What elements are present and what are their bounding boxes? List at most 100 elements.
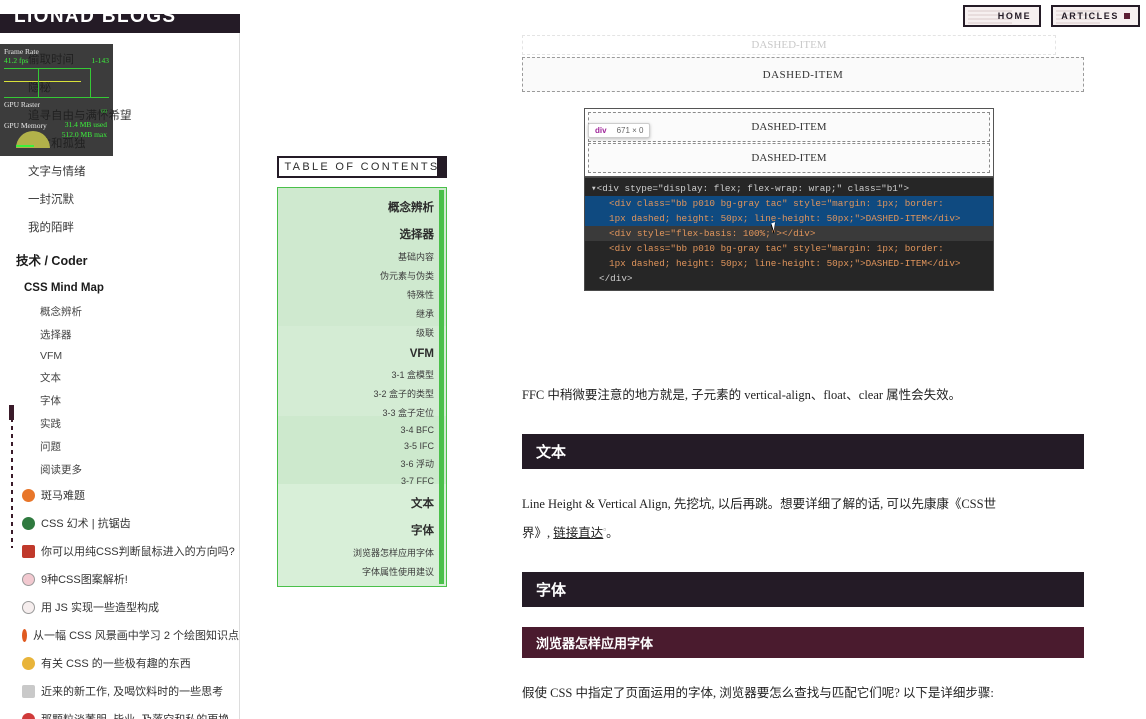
sidebar-mindmap-2[interactable]: VFM	[0, 346, 239, 366]
sidebar-item-6[interactable]: 我的陌畔	[0, 213, 239, 241]
code-text: </div>	[599, 273, 633, 284]
sidebar-mindmap-5[interactable]: 实践	[0, 412, 239, 435]
code-line-3a[interactable]: <div class="bb p010 bg-gray tac" style="…	[585, 241, 993, 256]
toc-item[interactable]: 级联	[284, 323, 434, 342]
memory-used: 31.4 MB used	[64, 120, 107, 129]
code-line-2[interactable]: <div style="flex-basis: 100%;"></div>	[585, 226, 993, 241]
sidebar-post-6[interactable]: 有关 CSS 的一些极有趣的东西	[0, 649, 239, 677]
fish-icon	[22, 516, 35, 530]
toc-list[interactable]: 概念辨析 选择器 基础内容 伪元素与伪类 特殊性 继承 级联 VFM 3-1 盒…	[277, 187, 447, 587]
heart-icon	[22, 712, 35, 719]
nav-home-label: HOME	[997, 11, 1032, 21]
dashed-item-ghost: DASHED-ITEM	[522, 35, 1056, 55]
sidebar-item-label: 文字与情绪	[28, 166, 86, 178]
sidebar-mindmap-0[interactable]: 概念辨析	[0, 300, 239, 323]
code-line-4[interactable]: </div>	[585, 271, 993, 286]
toc-item[interactable]: 特殊性	[284, 285, 434, 304]
toc-item[interactable]: 伪元素与伪类	[284, 266, 434, 285]
toc-item[interactable]: 3-7 FFC	[284, 473, 434, 489]
toc-item[interactable]: 文本	[284, 489, 434, 516]
toc-item[interactable]: 实践	[284, 581, 434, 586]
toc-item[interactable]: 选择器	[284, 220, 435, 247]
toc-item[interactable]: 字体	[284, 516, 434, 543]
main-content: DASHED-ITEM DASHED-ITEM DASHED-ITEM DASH…	[460, 33, 1146, 719]
sidebar-item-5[interactable]: 一封沉默	[0, 185, 239, 213]
sidebar-post-label: CSS 幻术 | 抗锯齿	[41, 518, 131, 530]
pumpkin-icon	[22, 488, 35, 502]
toc-item[interactable]: 浏览器怎样应用字体	[284, 543, 434, 562]
code-text: <div stype="display: flex; flex-wrap: wr…	[596, 183, 910, 194]
sidebar-item-label: 字体	[40, 395, 61, 407]
toc-item[interactable]: 3-3 盒子定位	[284, 403, 434, 422]
header-nav: HOME ARTICLES	[963, 5, 1140, 27]
nav-home-button[interactable]: HOME	[963, 5, 1042, 27]
sidebar-post-8[interactable]: 那颗粒淡萎胆, 毕业, 及落空和私的更换	[0, 705, 239, 719]
sidebar-section-label: 技术 / Coder	[16, 254, 88, 268]
sidebar-item-label: 一封沉默	[28, 194, 74, 206]
paragraph-line-height: Line Height & Vertical Align, 先挖坑, 以后再跳。…	[522, 491, 1084, 546]
code-line-0[interactable]: ▾<div stype="display: flex; flex-wrap: w…	[585, 181, 993, 196]
sidebar-mindmap-4[interactable]: 字体	[0, 389, 239, 412]
sidebar-item-css-mind-map[interactable]: CSS Mind Map	[0, 276, 239, 300]
sidebar-post-4[interactable]: 用 JS 实现一些造型构成	[0, 593, 239, 621]
inspector-highlight-box: DASHED-ITEM DASHED-ITEM	[584, 108, 994, 177]
sidebar-post-label: 用 JS 实现一些造型构成	[41, 602, 159, 614]
toc-item[interactable]: 字体属性使用建议	[284, 562, 434, 581]
sidebar-mindmap-3[interactable]: 文本	[0, 366, 239, 389]
toc-item[interactable]: 3-6 浮动	[284, 454, 434, 473]
code-text: 1px dashed; height: 50px; line-height: 5…	[609, 258, 961, 269]
sidebar-post-3[interactable]: 9种CSS图案解析!	[0, 565, 239, 593]
toc-item[interactable]: 概念辨析	[284, 193, 434, 220]
cup-icon	[22, 684, 35, 698]
active-marker-icon	[1124, 13, 1130, 19]
sidebar-item-label: 问题	[40, 441, 61, 453]
fps-meter-overlay: Frame Rate 41.2 fps 1-143 GPU Raster 60 …	[0, 44, 113, 156]
toc-item[interactable]: 3-1 盒模型	[284, 365, 434, 384]
toc-item[interactable]: 基础内容	[284, 247, 434, 266]
sidebar-mindmap-1[interactable]: 选择器	[0, 323, 239, 346]
code-line-1b[interactable]: 1px dashed; height: 50px; line-height: 5…	[585, 211, 993, 226]
sidebar-item-label: 概念辨析	[40, 306, 82, 318]
table-of-contents: TABLE OF CONTENTS 概念辨析 选择器 基础内容 伪元素与伪类 特…	[277, 156, 447, 591]
direct-link[interactable]: 链接直达	[553, 526, 603, 540]
heading-text: 文本	[522, 434, 1084, 469]
sidebar-post-5[interactable]: 从一幅 CSS 风景画中学习 2 个绘图知识点	[0, 621, 239, 649]
sidebar-mindmap-6[interactable]: 问题	[0, 435, 239, 458]
sidebar-post-label: 你可以用纯CSS判断鼠标进入的方向吗?	[41, 546, 235, 558]
paragraph-browser-font: 假使 CSS 中指定了页面运用的字体, 浏览器要怎么查找与匹配它们呢? 以下是详…	[522, 686, 994, 701]
inspector-element-badge: div 671 × 0	[588, 123, 651, 138]
code-line-1a[interactable]: <div class="bb p010 bg-gray tac" style="…	[585, 196, 993, 211]
toc-item[interactable]: 3-4 BFC	[284, 422, 434, 438]
sidebar-post-label: 近来的新工作, 及喝饮料时的一些思考	[41, 686, 224, 698]
gpu-raster-label: GPU Raster	[4, 100, 41, 109]
sidebar-post-label: 那颗粒淡萎胆, 毕业, 及落空和私的更换	[41, 711, 229, 719]
sidebar-mindmap-7[interactable]: 阅读更多	[0, 458, 239, 481]
sidebar-subsection-label: CSS Mind Map	[24, 282, 104, 294]
toc-item[interactable]: 继承	[284, 304, 434, 323]
sidebar-post-2[interactable]: 你可以用纯CSS判断鼠标进入的方向吗?	[0, 537, 239, 565]
sidebar-item-label: VFM	[40, 350, 63, 362]
sidebar-item-label: 文本	[40, 372, 61, 384]
devtools-dom-tree[interactable]: ▾<div stype="display: flex; flex-wrap: w…	[584, 177, 994, 291]
inspector-dashed-item-2: DASHED-ITEM	[588, 143, 990, 173]
sidebar-post-7[interactable]: 近来的新工作, 及喝饮料时的一些思考	[0, 677, 239, 705]
code-line-3b[interactable]: 1px dashed; height: 50px; line-height: 5…	[585, 256, 993, 271]
paragraph-ffc: FFC 中稍微要注意的地方就是, 子元素的 vertical-align、flo…	[522, 388, 962, 402]
toc-item[interactable]: VFM	[284, 342, 434, 365]
gpu-raster-value: 60	[101, 109, 107, 115]
sidebar-post-1[interactable]: CSS 幻术 | 抗锯齿	[0, 509, 239, 537]
fps-range: 1-143	[91, 56, 110, 65]
nav-articles-label: ARTICLES	[1061, 11, 1119, 21]
heading-font: 字体	[522, 572, 1084, 608]
nav-articles-button[interactable]: ARTICLES	[1051, 5, 1140, 27]
sidebar-section-tech: 技术 / Coder	[0, 241, 239, 276]
circle-white-icon	[22, 600, 35, 614]
toc-item[interactable]: 3-5 IFC	[284, 438, 434, 454]
toc-title: TABLE OF CONTENTS	[277, 156, 447, 178]
sidebar-item-label: 我的陌畔	[28, 222, 74, 234]
toc-item[interactable]: 3-2 盒子的类型	[284, 384, 434, 403]
fire-icon	[22, 628, 28, 642]
sidebar-post-0[interactable]: 斑马难题	[0, 481, 239, 509]
sidebar-item-label: 选择器	[40, 329, 72, 341]
sidebar-item-4[interactable]: 文字与情绪	[0, 157, 239, 185]
